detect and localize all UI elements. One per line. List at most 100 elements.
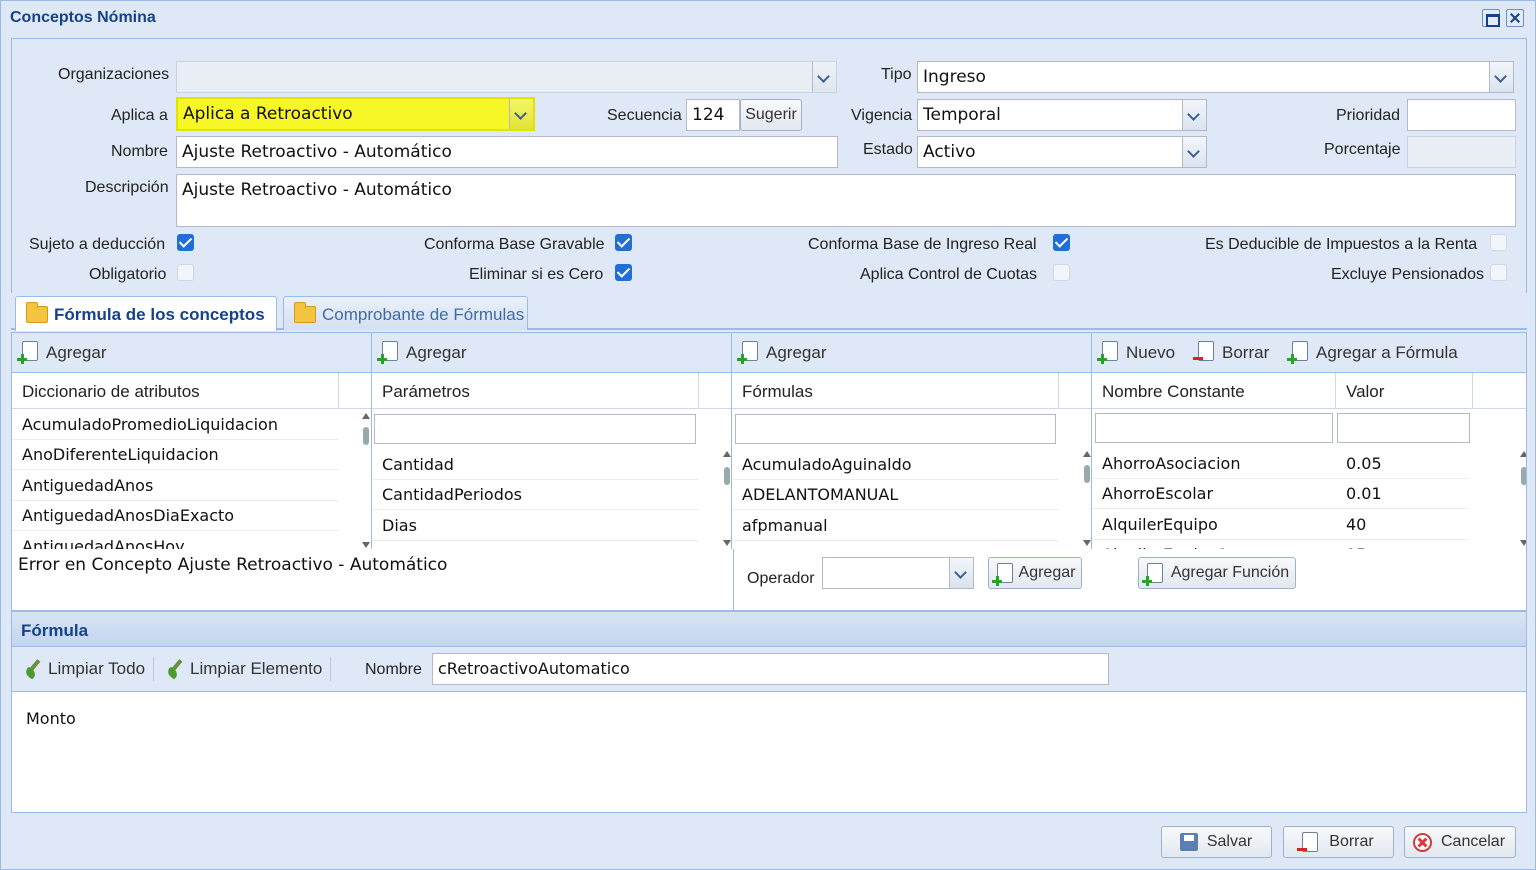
parametros-grid: Agregar Parámetros Cantidad CantidadPeri… <box>372 333 732 549</box>
list-item[interactable]: Dias <box>372 511 699 541</box>
nombre-label: Nombre <box>111 143 168 160</box>
formula-editor[interactable]: Monto <box>11 691 1527 813</box>
tab-strip: Fórmula de los conceptos Comprobante de … <box>11 293 1527 331</box>
atributos-header[interactable]: Diccionario de atributos <box>12 373 339 409</box>
concept-form: Organizaciones Tipo Ingreso Aplica a Apl… <box>11 38 1527 293</box>
agregar-a-formula-button[interactable]: Agregar a Fórmula <box>1287 341 1458 364</box>
list-item[interactable]: AcumuladoAguinaldo <box>732 450 1059 480</box>
table-cell[interactable]: 25 <box>1336 540 1468 549</box>
folder-icon <box>26 302 48 323</box>
chevron-down-icon[interactable] <box>1182 100 1206 130</box>
atributos-add-button[interactable]: Agregar <box>17 341 106 364</box>
nombre-input[interactable]: Ajuste Retroactivo - Automático <box>176 136 838 168</box>
maximize-icon[interactable] <box>1482 9 1500 27</box>
vigencia-select[interactable]: Temporal <box>917 99 1207 131</box>
sugerir-button[interactable]: Sugerir <box>740 99 802 131</box>
descripcion-textarea[interactable]: Ajuste Retroactivo - Automático <box>176 174 1516 227</box>
table-cell[interactable]: 40 <box>1336 510 1468 540</box>
aplica-control-cuotas-checkbox[interactable] <box>1053 264 1070 281</box>
obligatorio-checkbox[interactable] <box>177 264 194 281</box>
secuencia-input[interactable]: 124 <box>686 99 740 131</box>
table-cell[interactable]: 0.05 <box>1336 449 1468 479</box>
table-cell[interactable]: AlquilerEquipo <box>1092 510 1336 540</box>
list-item[interactable]: AntiguedadAnosHoy <box>12 532 339 549</box>
scrollbar[interactable] <box>1519 451 1526 546</box>
nombre-constante-header[interactable]: Nombre Constante <box>1092 373 1336 409</box>
close-icon[interactable] <box>1506 9 1524 27</box>
list-item[interactable]: AnoDiferenteLiquidacion <box>12 440 339 470</box>
formula-toolbar: Limpiar Todo Limpiar Elemento Nombre cRe… <box>11 647 1527 691</box>
table-cell[interactable]: AhorroEscolar <box>1092 479 1336 509</box>
list-item[interactable]: Cantidad <box>372 450 699 480</box>
formulas-header[interactable]: Fórmulas <box>732 373 1059 409</box>
es-deducible-checkbox[interactable] <box>1490 234 1507 251</box>
parametros-filter-input[interactable] <box>374 414 696 444</box>
agregar-funcion-button[interactable]: Agregar Función <box>1138 557 1296 589</box>
sujeto-deduccion-checkbox[interactable] <box>177 234 194 251</box>
valor-filter-input[interactable] <box>1337 413 1470 443</box>
excluye-pensionados-checkbox[interactable] <box>1490 264 1507 281</box>
chevron-down-icon[interactable] <box>1182 137 1206 167</box>
operador-select[interactable] <box>822 557 974 589</box>
formulas-grid: Agregar Fórmulas AcumuladoAguinaldo ADEL… <box>732 333 1092 549</box>
tab-comprobante-formulas[interactable]: Comprobante de Fórmulas <box>283 296 528 330</box>
grids-area: Agregar Diccionario de atributos Acumula… <box>11 332 1527 549</box>
estado-select[interactable]: Activo <box>917 136 1207 168</box>
chevron-down-icon[interactable] <box>949 558 973 588</box>
chevron-down-icon[interactable] <box>812 62 836 92</box>
conforma-base-gravable-label: Conforma Base Gravable <box>424 236 605 253</box>
list-item[interactable]: afpmanual <box>732 511 1059 541</box>
parametros-header[interactable]: Parámetros <box>372 373 699 409</box>
scrollbar[interactable] <box>722 451 731 546</box>
list-item[interactable]: AntiguedadAnos <box>12 471 339 501</box>
tab-formula-conceptos[interactable]: Fórmula de los conceptos <box>15 296 277 331</box>
organizaciones-select[interactable] <box>176 61 837 93</box>
table-cell[interactable]: AhorroAsociacion <box>1092 449 1336 479</box>
borrar-constante-button[interactable]: Borrar <box>1193 341 1269 363</box>
formulas-filter-input[interactable] <box>735 414 1056 444</box>
error-message: Error en Concepto Ajuste Retroactivo - A… <box>12 549 734 610</box>
delete-doc-icon <box>1297 832 1318 852</box>
list-item[interactable]: ADELANTOMANUAL <box>732 480 1059 510</box>
borrar-button[interactable]: Borrar <box>1283 826 1394 858</box>
limpiar-todo-button[interactable]: Limpiar Todo <box>22 659 145 679</box>
cancelar-button[interactable]: Cancelar <box>1404 826 1516 858</box>
valor-header[interactable]: Valor <box>1336 373 1473 409</box>
porcentaje-input[interactable] <box>1407 136 1516 168</box>
porcentaje-label: Porcentaje <box>1324 141 1401 158</box>
parametros-add-button[interactable]: Agregar <box>377 341 466 364</box>
conforma-base-gravable-checkbox[interactable] <box>615 234 632 251</box>
conforma-base-ingreso-real-checkbox[interactable] <box>1053 234 1070 251</box>
chevron-down-icon[interactable] <box>509 99 533 129</box>
list-item[interactable]: AcumuladoPromedioLiquidacion <box>12 410 339 440</box>
table-cell[interactable]: AlquilerEquipo2 <box>1092 540 1336 549</box>
formulas-add-button[interactable]: Agregar <box>737 341 826 364</box>
chevron-down-icon[interactable] <box>1489 62 1513 92</box>
sujeto-deduccion-label: Sujeto a deducción <box>29 236 166 253</box>
prioridad-input[interactable] <box>1407 99 1516 131</box>
scrollbar[interactable] <box>1082 451 1091 546</box>
nuevo-button[interactable]: Nuevo <box>1097 341 1175 364</box>
tipo-label: Tipo <box>881 66 912 83</box>
table-cell[interactable]: 0.01 <box>1336 479 1468 509</box>
descripcion-label: Descripción <box>85 179 169 196</box>
formula-nombre-label: Nombre <box>365 661 422 678</box>
operador-label: Operador <box>747 570 815 587</box>
obligatorio-label: Obligatorio <box>89 266 167 283</box>
aplica-select[interactable]: Aplica a Retroactivo <box>176 97 535 131</box>
aplica-label: Aplica a <box>111 107 168 124</box>
scrollbar[interactable] <box>361 413 371 548</box>
list-item[interactable]: AntiguedadAnosDiaExacto <box>12 501 339 531</box>
eliminar-si-cero-checkbox[interactable] <box>615 264 632 281</box>
folder-icon <box>294 302 316 323</box>
salvar-button[interactable]: Salvar <box>1161 826 1272 858</box>
tipo-select[interactable]: Ingreso <box>917 61 1514 93</box>
conceptos-nomina-window: Conceptos Nómina Organizaciones Tipo Ing… <box>0 0 1536 870</box>
agregar-operador-button[interactable]: Agregar <box>988 557 1082 589</box>
brush-icon <box>24 659 44 679</box>
add-doc-icon <box>1287 341 1308 364</box>
list-item[interactable]: CantidadPeriodos <box>372 480 699 510</box>
limpiar-elemento-button[interactable]: Limpiar Elemento <box>164 659 322 679</box>
formula-nombre-input[interactable]: cRetroactivoAutomatico <box>432 653 1109 685</box>
nombre-constante-filter-input[interactable] <box>1095 413 1333 443</box>
